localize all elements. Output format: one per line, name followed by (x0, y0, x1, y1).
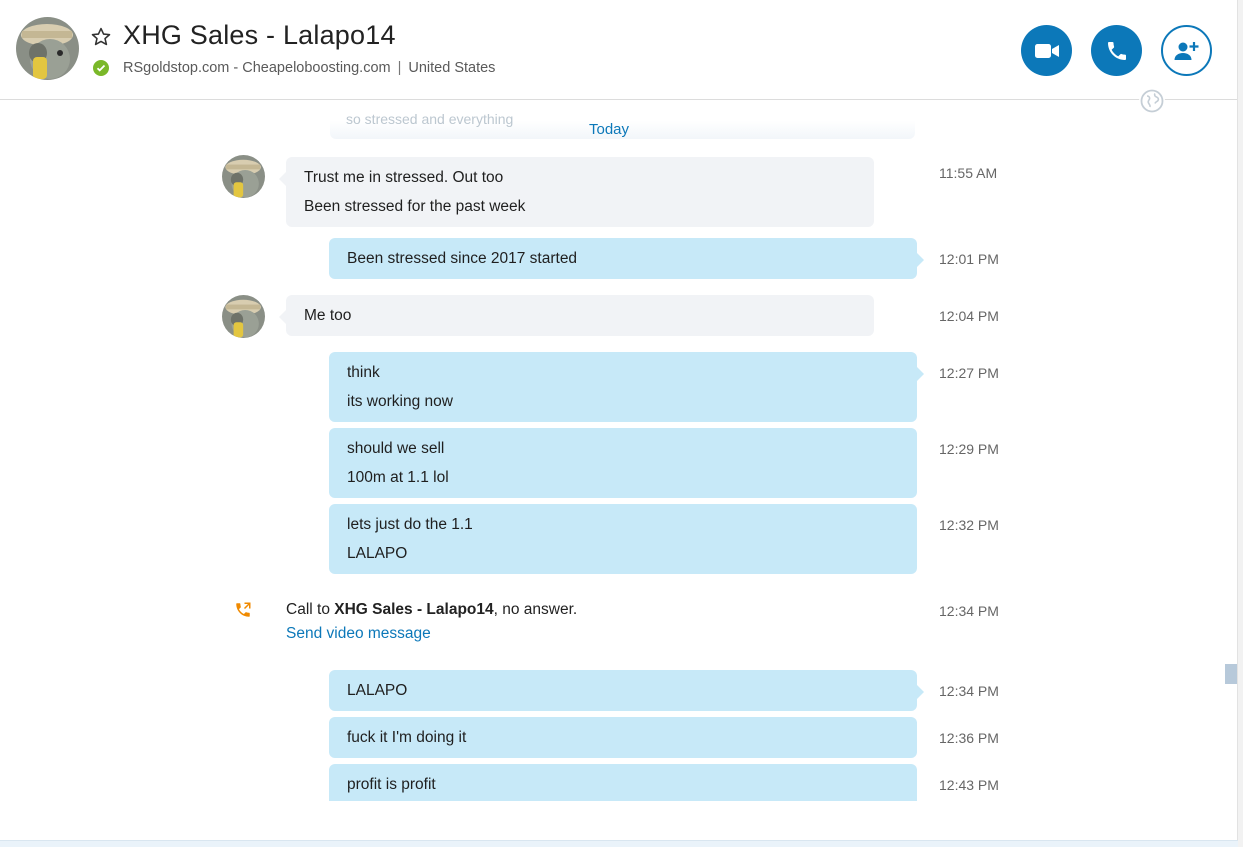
add-people-button[interactable] (1161, 25, 1212, 76)
incoming-message[interactable]: Me too (279, 295, 874, 336)
message-text: lets just do the 1.1 (347, 516, 473, 533)
message-timestamp: 12:27 PM (939, 365, 999, 381)
outgoing-message[interactable]: should we sell 100m at 1.1 lol (329, 428, 917, 498)
outgoing-message[interactable]: Been stressed since 2017 started (329, 238, 924, 279)
call-event-text: Call to XHG Sales - Lalapo14, no answer. (286, 601, 577, 619)
incoming-message[interactable]: Trust me in stressed. Out too Been stres… (279, 157, 874, 227)
missed-outgoing-call-icon (234, 601, 252, 624)
online-status-icon (93, 60, 109, 76)
audio-call-button[interactable] (1091, 25, 1142, 76)
outgoing-message[interactable]: lets just do the 1.1 LALAPO (329, 504, 917, 574)
contact-avatar[interactable] (16, 17, 79, 80)
sender-avatar[interactable] (222, 295, 265, 338)
mood-message: RSgoldstop.com - Cheapeloboosting.com (123, 60, 391, 76)
scrollbar-track[interactable] (1237, 0, 1243, 847)
send-video-message-link[interactable]: Send video message (286, 625, 431, 643)
subtitle-separator: | (397, 60, 402, 76)
call-prefix: Call to (286, 601, 335, 618)
scrollbar-thumb[interactable] (1225, 664, 1237, 684)
message-text: Been stressed for the past week (304, 198, 526, 215)
message-timestamp: 12:36 PM (939, 730, 999, 746)
favorite-star-icon[interactable] (90, 26, 112, 48)
message-text: Trust me in stressed. Out too (304, 169, 504, 186)
message-text: think (347, 364, 380, 381)
message-timestamp: 12:01 PM (939, 251, 999, 267)
contact-name-title: XHG Sales - Lalapo14 (123, 20, 396, 50)
outgoing-message[interactable]: fuck it I'm doing it (329, 717, 917, 758)
outgoing-message[interactable]: think its working now (329, 352, 924, 422)
message-timestamp: 12:34 PM (939, 683, 999, 699)
call-contact-name: XHG Sales - Lalapo14 (334, 601, 494, 618)
message-text: should we sell (347, 440, 445, 457)
message-text: Me too (304, 307, 352, 324)
contact-mood-and-location: RSgoldstop.com - Cheapeloboosting.com | Un… (123, 60, 495, 76)
conversation-header: XHG Sales - Lalapo14 RSgoldstop.com - Ch… (0, 0, 1238, 100)
video-camera-icon (1034, 43, 1059, 58)
message-timestamp: 12:32 PM (939, 517, 999, 533)
video-call-button[interactable] (1021, 25, 1072, 76)
call-suffix: , no answer. (493, 601, 578, 618)
compose-area-edge (0, 840, 1238, 847)
location-text: United States (408, 60, 496, 76)
message-text: profit is profit (347, 776, 436, 793)
sender-avatar[interactable] (222, 155, 265, 198)
outgoing-message[interactable]: LALAPO (329, 670, 924, 711)
message-timestamp: 12:29 PM (939, 441, 999, 457)
message-text: 100m at 1.1 lol (347, 469, 449, 486)
message-text: LALAPO (347, 682, 408, 699)
conversation-pane[interactable]: so stressed and everything Today Trust m… (0, 101, 1238, 801)
message-text: its working now (347, 393, 453, 410)
outgoing-message[interactable]: profit is profit (329, 764, 917, 801)
message-text: Been stressed since 2017 started (347, 250, 578, 267)
add-person-icon (1174, 41, 1198, 60)
call-timestamp: 12:34 PM (939, 603, 999, 619)
date-divider: Today (589, 121, 630, 138)
phone-icon (1107, 41, 1126, 60)
message-text: fuck it I'm doing it (347, 729, 467, 746)
message-timestamp: 12:04 PM (939, 308, 999, 324)
message-timestamp: 11:55 AM (939, 165, 998, 181)
message-timestamp: 12:43 PM (939, 777, 999, 793)
message-text: LALAPO (347, 545, 408, 562)
